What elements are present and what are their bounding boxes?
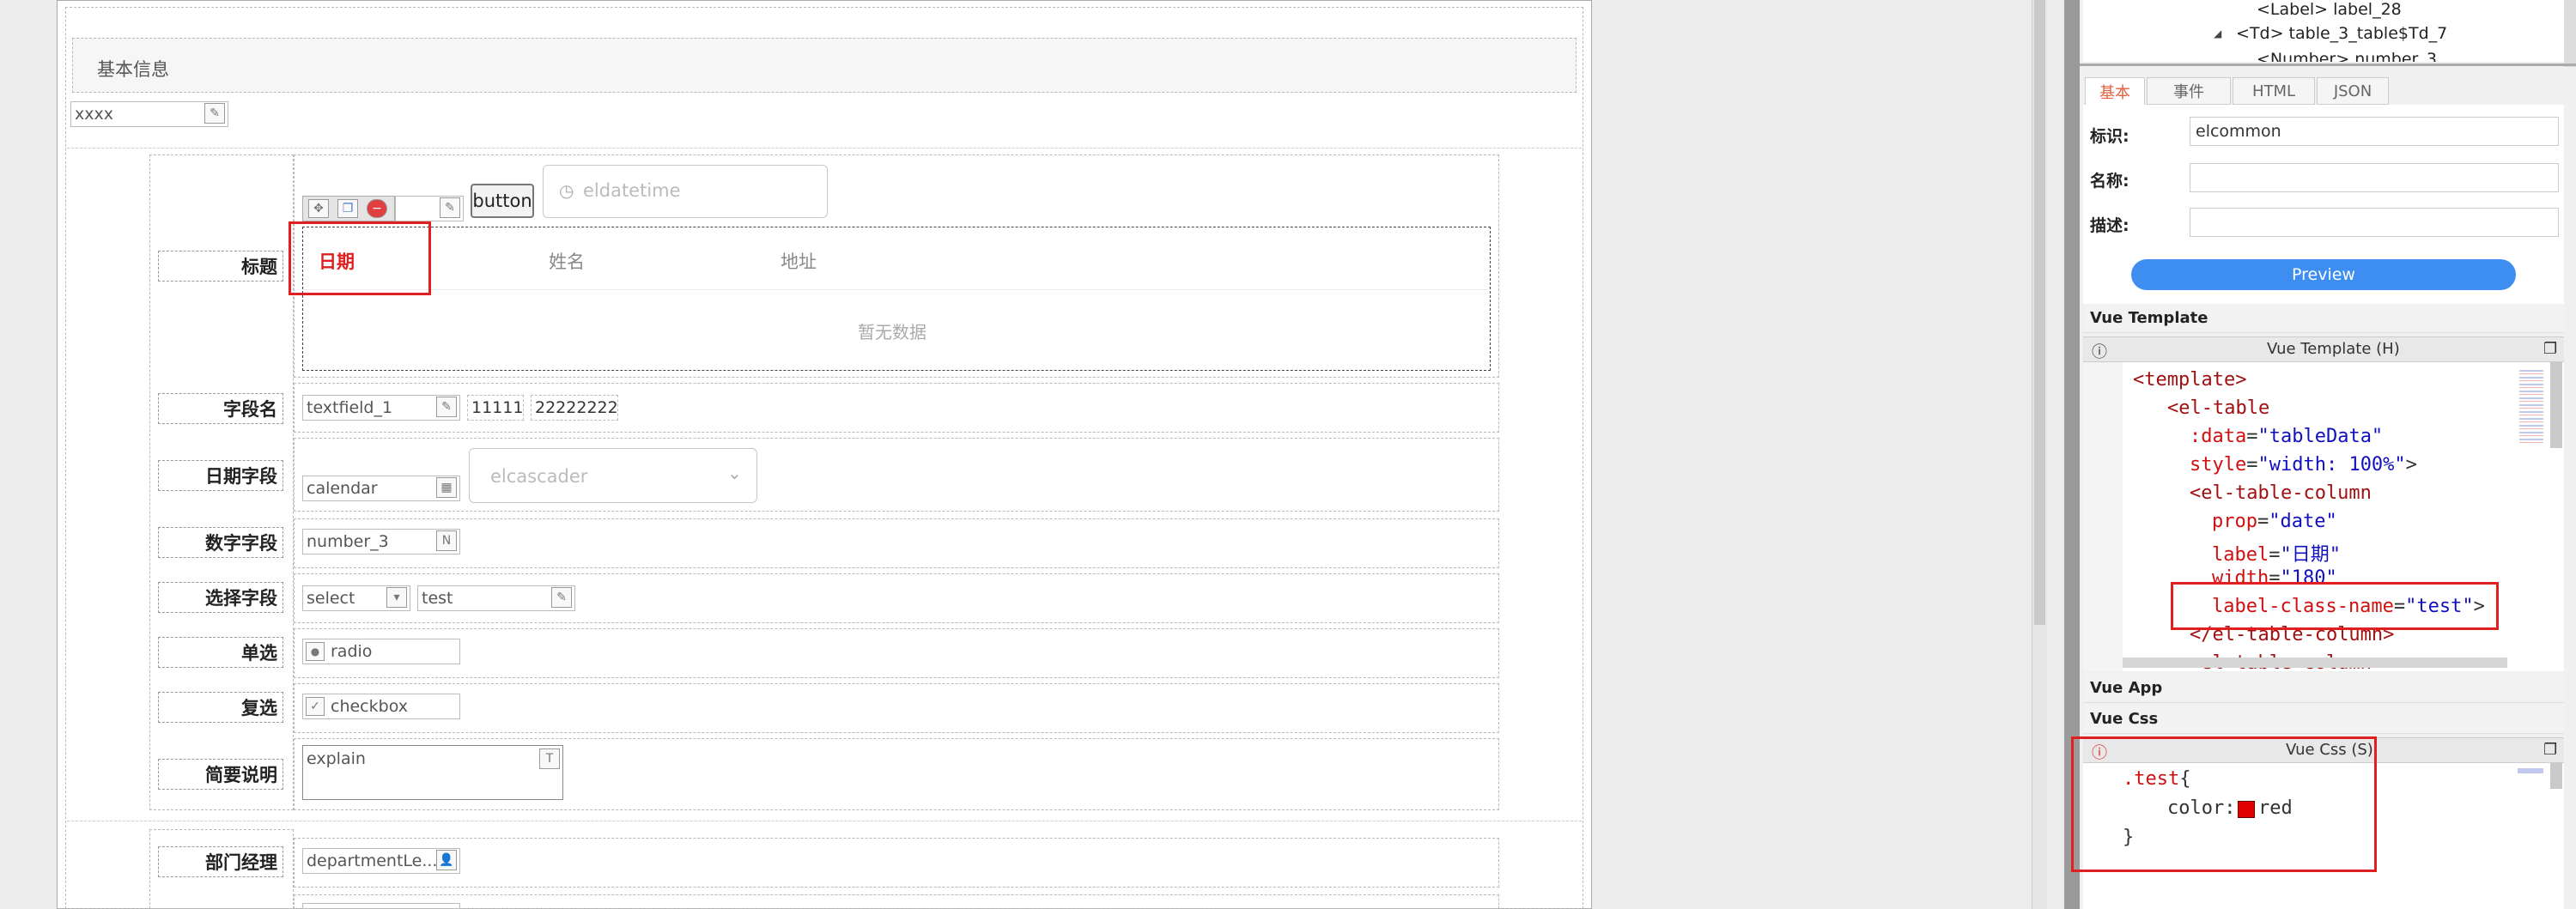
checkbox-field[interactable]: checkbox [302,694,460,719]
edit-icon[interactable]: ✎ [436,397,457,417]
editor-minimap [2518,768,2543,773]
checkbox-icon[interactable]: ✓ [306,697,325,716]
editor-minimap [2519,367,2543,445]
dropdown-arrow-icon[interactable]: ▾ [386,587,407,608]
column-header-address[interactable]: 地址 [781,248,817,274]
tab-html[interactable]: HTML [2233,77,2315,105]
editor-vscroll[interactable] [2550,763,2562,789]
component-toolbar: ✥ ❐ − [302,196,395,221]
restore-icon[interactable]: ❐ [2543,340,2557,358]
editor-gutter [2083,362,2123,671]
code-line: <el-table-column [2190,482,2372,504]
move-icon[interactable]: ✥ [308,199,329,218]
checkbox-row-cell [294,683,1499,733]
restore-icon[interactable]: ❐ [2543,741,2557,759]
radio-row-cell [294,628,1499,678]
code-line: style="width: 100%"> [2190,454,2417,476]
row-label-number: 数字字段 [158,527,283,558]
edit-icon[interactable]: ✎ [204,103,225,124]
code-line: prop="date" [2212,511,2337,532]
id-label: 标识: [2090,127,2129,146]
code-line: <el-table [2167,397,2270,419]
el-table[interactable]: 日期 姓名 地址 暂无数据 [302,227,1491,371]
section-header[interactable]: 基本信息 [72,38,1577,93]
tree-scrollbar[interactable] [2564,0,2576,67]
radio-field[interactable]: radio [302,639,460,664]
tree-item[interactable]: <Label> label_28 [2257,0,2402,19]
radio-icon[interactable]: ● [306,642,325,661]
main-scrollbar[interactable] [2032,0,2047,909]
vue-template-editor-header: ⓘ Vue Template (H) ❐ [2083,336,2564,362]
button-component[interactable]: button [471,184,534,218]
id-input[interactable]: elcommon [2190,117,2559,146]
tree-divider [2080,64,2576,66]
explain-textarea[interactable]: explain [302,745,563,800]
row-label-manager: 部门经理 [158,846,283,877]
name-label: 名称: [2090,172,2129,191]
tree-item[interactable]: <Td> table_3_table$Td_7 [2236,24,2447,43]
code-line: label="日期" [2212,544,2341,566]
top-field-value: xxxx [75,105,113,124]
desc-label: 描述: [2090,216,2129,235]
row-label-select: 选择字段 [158,582,283,613]
next-row-cell [294,894,1499,909]
calendar-icon[interactable]: ▦ [436,477,457,498]
clock-icon: ◷ [559,180,574,201]
copy-icon[interactable]: ❐ [337,199,358,218]
row-label-checkbox: 复选 [158,692,283,723]
row-label-radio: 单选 [158,637,283,668]
vue-css-section[interactable]: Vue Css [2083,705,2564,734]
component-tree: <Label> label_28 ◢ <Td> table_3_table$Td… [2083,0,2564,62]
cascader-placeholder: elcascader [490,466,588,487]
manager-row-cell [294,838,1499,888]
delete-icon[interactable]: − [367,199,387,218]
text-icon[interactable]: T [539,748,560,769]
elcascader[interactable]: elcascader ⌄ [469,448,757,503]
number-icon[interactable]: N [436,530,457,551]
preview-button[interactable]: Preview [2131,259,2516,290]
next-field[interactable] [302,903,460,909]
edit-icon[interactable]: ✎ [440,197,460,218]
tree-item[interactable]: <Number> number_3 [2257,50,2437,62]
editor-hscroll[interactable] [2123,658,2507,668]
value-box-1[interactable]: 11111 [467,395,524,421]
highlight-date-column [289,221,431,295]
row-label-explain: 简要说明 [158,759,283,790]
row-label-date: 日期字段 [158,460,283,491]
name-input[interactable] [2190,163,2559,192]
edit-icon[interactable]: ✎ [551,587,572,608]
row-label-title: 标题 [158,251,283,282]
vue-template-editor-title: Vue Template (H) [2267,340,2400,358]
code-line: <template> [2133,369,2247,391]
highlight-css [2071,736,2377,872]
user-icon[interactable]: 👤 [436,850,457,870]
code-line: :data="tableData" [2190,426,2384,447]
tab-json[interactable]: JSON [2317,77,2389,105]
value-box-2[interactable]: 22222222 [531,395,618,421]
number-row-cell [294,518,1499,568]
table-header-divider [303,289,1490,290]
row-label-fieldname: 字段名 [158,393,283,424]
vue-app-section[interactable]: Vue App [2083,674,2564,703]
vue-template-section[interactable]: Vue Template [2083,304,2564,333]
tree-expand-icon[interactable]: ◢ [2214,27,2221,39]
scrollbar-thumb[interactable] [2034,0,2045,625]
tab-events[interactable]: 事件 [2147,77,2231,105]
chevron-down-icon: ⌄ [727,463,742,483]
info-icon: ⓘ [2092,343,2107,361]
desc-input[interactable] [2190,208,2559,237]
table-empty-text: 暂无数据 [858,322,927,342]
datetime-placeholder: eldatetime [583,180,681,201]
section-title: 基本信息 [97,59,169,80]
column-header-name[interactable]: 姓名 [549,248,585,274]
highlight-label-class [2171,582,2499,630]
editor-vscroll[interactable] [2550,362,2562,448]
tab-basic[interactable]: 基本 [2085,77,2145,105]
eldatetime-picker[interactable]: ◷ eldatetime [543,165,828,218]
